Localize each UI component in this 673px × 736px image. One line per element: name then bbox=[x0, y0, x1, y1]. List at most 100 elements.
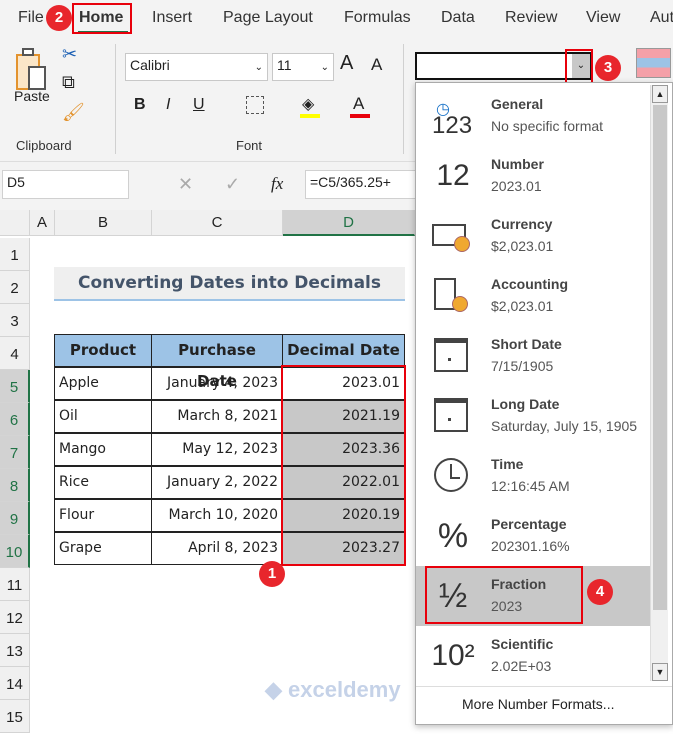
enter-icon[interactable]: ✓ bbox=[225, 174, 240, 195]
name-box-value: D5 bbox=[7, 174, 25, 190]
shrink-font-button[interactable]: A bbox=[371, 55, 382, 75]
paste-button[interactable]: Paste bbox=[14, 88, 50, 104]
tab-file[interactable]: File bbox=[18, 9, 44, 27]
font-color-button[interactable]: A bbox=[353, 94, 364, 114]
table-cell[interactable]: Oil bbox=[54, 400, 152, 433]
tab-insert[interactable]: Insert bbox=[152, 9, 192, 27]
insert-function-button[interactable]: fx bbox=[271, 174, 283, 194]
row-header[interactable]: 11 bbox=[0, 568, 30, 601]
tab-formulas[interactable]: Formulas bbox=[344, 9, 411, 27]
bold-button[interactable]: B bbox=[134, 96, 146, 114]
borders-icon[interactable] bbox=[246, 96, 264, 114]
tab-data[interactable]: Data bbox=[441, 9, 475, 27]
general-icon: 123 ◷ bbox=[432, 101, 473, 139]
step-badge-2: 2 bbox=[46, 5, 72, 31]
format-option-percentage[interactable]: % Percentage 202301.16% bbox=[416, 506, 651, 566]
row-header[interactable]: 3 bbox=[0, 304, 30, 337]
format-option-time[interactable]: Time 12:16:45 AM bbox=[416, 446, 651, 506]
step-badge-3: 3 bbox=[595, 55, 621, 81]
tab-review[interactable]: Review bbox=[505, 9, 557, 27]
font-group-label: Font bbox=[236, 138, 263, 153]
highlight-dropdown-button bbox=[565, 49, 593, 85]
italic-button[interactable]: I bbox=[166, 96, 170, 114]
conditional-formatting-icon[interactable] bbox=[636, 48, 671, 78]
table-cell[interactable]: Rice bbox=[54, 466, 152, 499]
row-header[interactable]: 9 bbox=[0, 502, 30, 535]
format-option-general[interactable]: 123 ◷ General No specific format bbox=[416, 86, 651, 146]
column-header-c[interactable]: C bbox=[152, 210, 283, 236]
column-header-b[interactable]: B bbox=[55, 210, 152, 236]
format-option-currency[interactable]: Currency $2,023.01 bbox=[416, 206, 651, 266]
table-cell[interactable]: March 10, 2020 bbox=[151, 499, 283, 532]
table-cell[interactable]: Apple bbox=[54, 367, 152, 400]
table-cell[interactable]: May 12, 2023 bbox=[151, 433, 283, 466]
name-box[interactable]: D5 bbox=[2, 170, 129, 199]
format-option-title: Accounting bbox=[491, 276, 568, 292]
column-header-a[interactable]: A bbox=[30, 210, 55, 236]
table-header: Product bbox=[54, 334, 152, 367]
grow-font-button[interactable]: A bbox=[340, 52, 353, 75]
underline-button[interactable]: U bbox=[193, 96, 205, 114]
row-header[interactable]: 8 bbox=[0, 469, 30, 502]
table-cell[interactable]: March 8, 2021 bbox=[151, 400, 283, 433]
row-header[interactable]: 14 bbox=[0, 667, 30, 700]
format-option-title: Scientific bbox=[491, 636, 554, 652]
row-header[interactable]: 10 bbox=[0, 535, 30, 568]
table-cell[interactable]: April 8, 2023 bbox=[151, 532, 283, 565]
paste-icon[interactable] bbox=[14, 48, 50, 92]
tab-automate[interactable]: Aut bbox=[650, 9, 673, 27]
row-header[interactable]: 7 bbox=[0, 436, 30, 469]
cancel-icon[interactable]: ✕ bbox=[178, 174, 193, 195]
format-option-number[interactable]: 12 Number 2023.01 bbox=[416, 146, 651, 206]
table-cell[interactable]: Grape bbox=[54, 532, 152, 565]
table-header: Purchase Date bbox=[151, 334, 283, 390]
format-option-short-date[interactable]: Short Date 7/15/1905 bbox=[416, 326, 651, 386]
copy-icon[interactable]: ⧉ bbox=[62, 72, 75, 93]
scroll-down-icon[interactable]: ▼ bbox=[652, 663, 668, 681]
format-option-sample: $2,023.01 bbox=[491, 298, 554, 314]
row-header[interactable]: 13 bbox=[0, 634, 30, 667]
formula-value: =C5/365.25+ bbox=[310, 174, 391, 190]
row-header[interactable]: 5 bbox=[0, 370, 30, 403]
fill-color-icon[interactable]: ◈ bbox=[302, 94, 314, 114]
row-header[interactable]: 1 bbox=[0, 238, 30, 271]
currency-icon bbox=[428, 214, 478, 258]
row-header[interactable]: 4 bbox=[0, 337, 30, 370]
format-option-title: Time bbox=[491, 456, 524, 472]
format-option-title: Short Date bbox=[491, 336, 562, 352]
calendar-icon bbox=[428, 334, 478, 378]
table-cell[interactable]: Flour bbox=[54, 499, 152, 532]
table-header: Decimal Date bbox=[282, 334, 405, 367]
column-header-d[interactable]: D bbox=[283, 210, 415, 236]
table-cell[interactable]: Mango bbox=[54, 433, 152, 466]
select-all-corner[interactable] bbox=[0, 210, 30, 236]
highlight-selected-range bbox=[281, 365, 406, 566]
format-option-long-date[interactable]: Long Date Saturday, July 15, 1905 bbox=[416, 386, 651, 446]
tab-page-layout[interactable]: Page Layout bbox=[223, 9, 313, 27]
font-size-select[interactable]: 11 ⌄ bbox=[272, 53, 334, 81]
number-format-dropdown: 123 ◷ General No specific format 12 Numbe… bbox=[415, 82, 673, 725]
row-header[interactable]: 12 bbox=[0, 601, 30, 634]
format-option-sample: 2.02E+03 bbox=[491, 658, 552, 674]
tab-view[interactable]: View bbox=[586, 9, 620, 27]
row-header[interactable]: 6 bbox=[0, 403, 30, 436]
scroll-up-icon[interactable]: ▲ bbox=[652, 85, 668, 103]
more-number-formats-link[interactable]: More Number Formats... bbox=[462, 696, 614, 712]
cut-icon[interactable]: ✂ bbox=[62, 44, 77, 65]
format-option-scientific[interactable]: 10² Scientific 2.02E+03 bbox=[416, 626, 651, 686]
format-painter-icon[interactable]: 🖌 bbox=[62, 102, 85, 123]
scroll-thumb[interactable] bbox=[653, 105, 667, 610]
table-cell[interactable]: January 4, 2023 bbox=[151, 367, 283, 400]
format-option-sample: No specific format bbox=[491, 118, 604, 134]
formula-input[interactable]: =C5/365.25+ bbox=[305, 170, 425, 199]
format-option-sample: $2,023.01 bbox=[491, 238, 554, 254]
font-size-value: 11 bbox=[277, 57, 292, 73]
separator bbox=[403, 44, 404, 154]
font-name-select[interactable]: Calibri ⌄ bbox=[125, 53, 268, 81]
dropdown-scrollbar[interactable]: ▲ ▼ bbox=[650, 85, 668, 681]
percent-icon: % bbox=[437, 517, 469, 555]
table-cell[interactable]: January 2, 2022 bbox=[151, 466, 283, 499]
row-header[interactable]: 15 bbox=[0, 700, 30, 733]
format-option-accounting[interactable]: Accounting $2,023.01 bbox=[416, 266, 651, 326]
row-header[interactable]: 2 bbox=[0, 271, 30, 304]
